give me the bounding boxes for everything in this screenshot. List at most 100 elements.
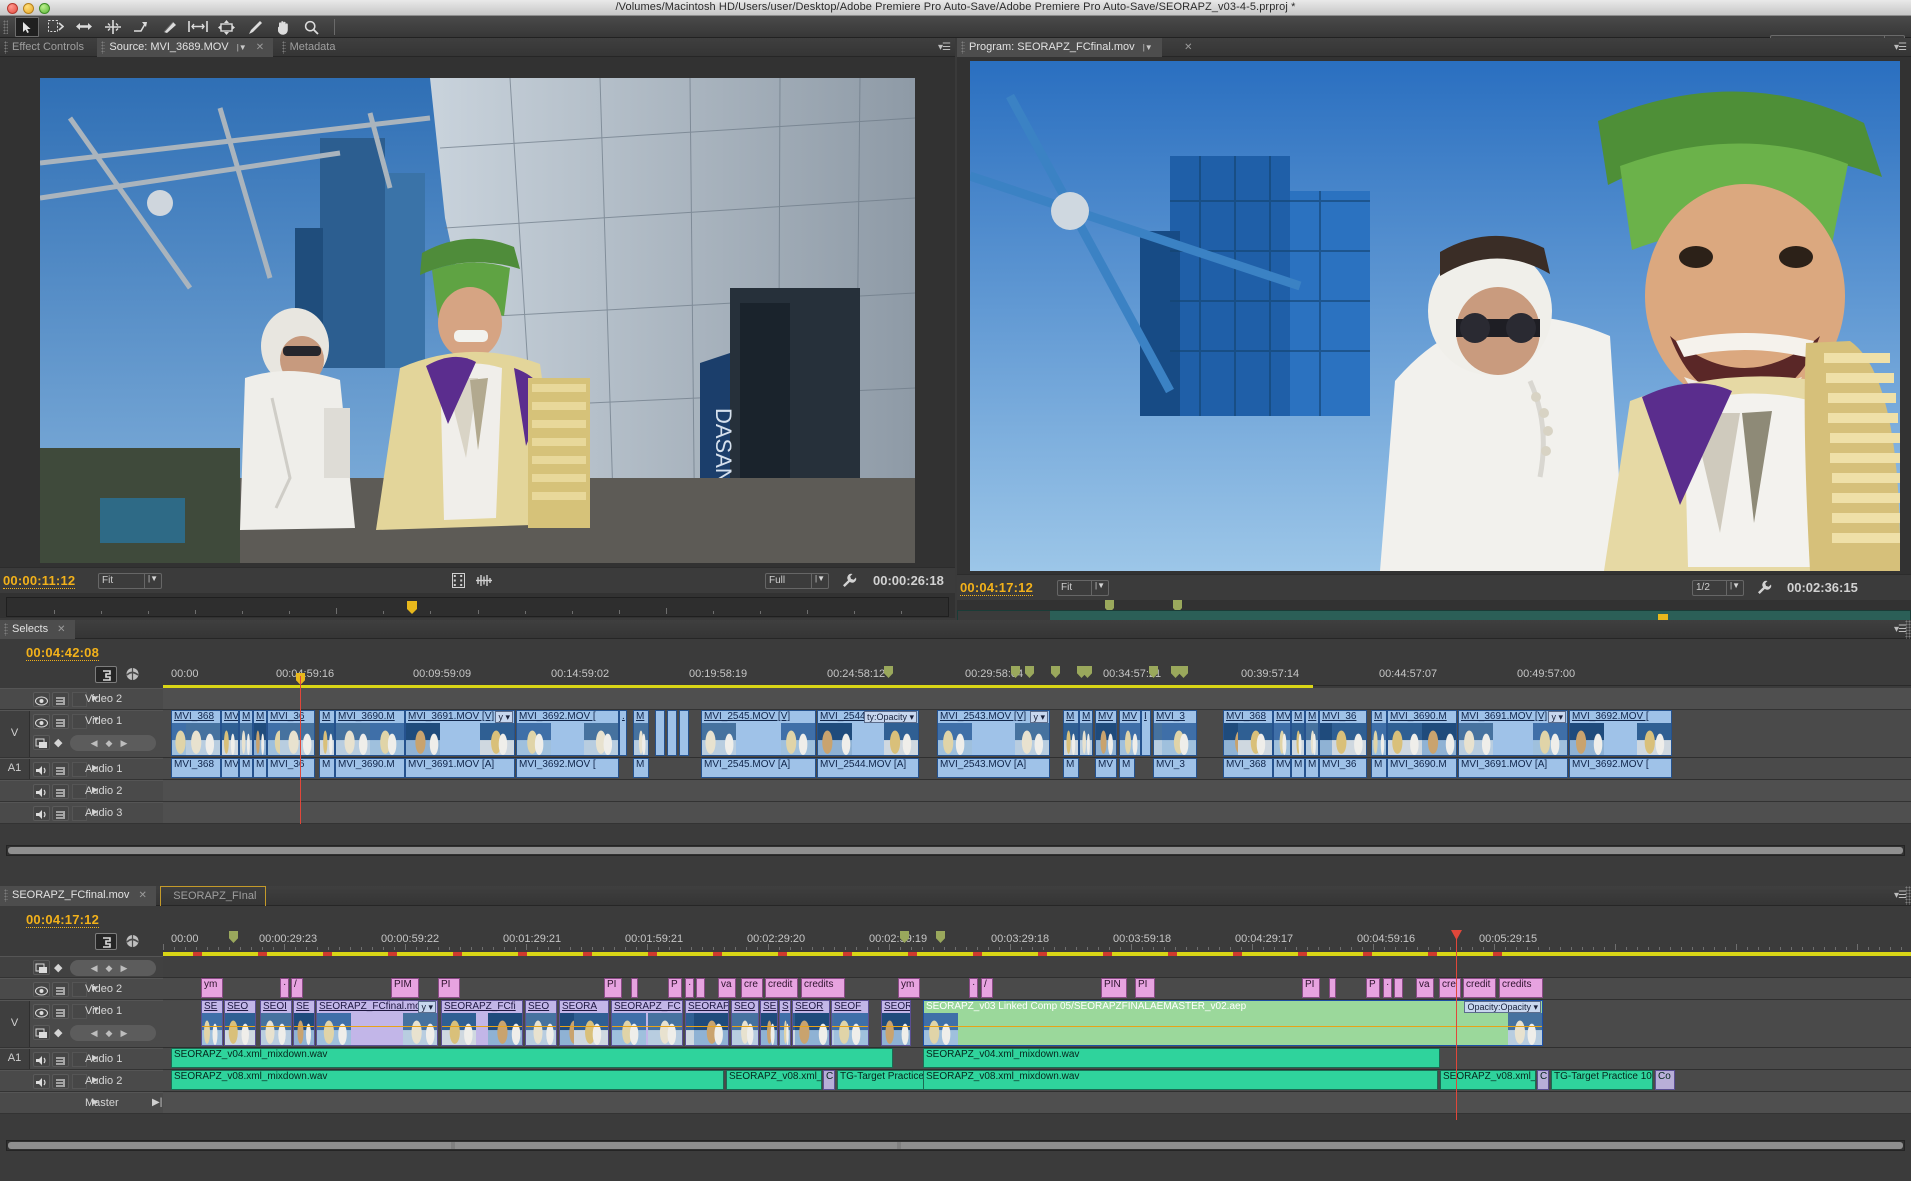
- add-keyframe-icon[interactable]: ◆: [54, 961, 62, 974]
- timeline-clip[interactable]: MV: [1273, 710, 1291, 756]
- timeline-clip[interactable]: M: [319, 710, 335, 756]
- rate-stretch-tool[interactable]: [129, 17, 153, 37]
- timeline-clip[interactable]: PIM: [391, 978, 419, 998]
- timeline-clip[interactable]: MV: [221, 758, 239, 778]
- toggle-sync-lock-icon[interactable]: [52, 982, 69, 997]
- toggle-track-output-icon[interactable]: [33, 714, 50, 729]
- timeline-marker[interactable]: [1179, 666, 1188, 678]
- timeline-clip[interactable]: ·: [280, 978, 289, 998]
- timeline-clip[interactable]: SEOR: [792, 1000, 830, 1046]
- timeline-clip[interactable]: S: [779, 1000, 791, 1046]
- timeline-clip[interactable]: M: [1371, 758, 1387, 778]
- timeline-clip[interactable]: M: [1063, 710, 1079, 756]
- fcfinal-track-header-video2[interactable]: ▶ Video 2: [0, 978, 163, 1000]
- audio-waveform-icon[interactable]: [475, 573, 493, 593]
- fcfinal-audio2-track[interactable]: SEORAPZ_v08.xml_mixdown.wav SEORAPZ_v08.x…: [163, 1070, 1911, 1092]
- timeline-clip[interactable]: MVI_3690.M: [1387, 758, 1457, 778]
- timeline-clip[interactable]: [696, 978, 705, 998]
- tab-close-slot[interactable]: ✕: [1166, 38, 1201, 57]
- ripple-edit-tool[interactable]: [72, 17, 96, 37]
- clip-effect-badge[interactable]: y ▾: [1030, 711, 1048, 723]
- timeline-clip[interactable]: M: [1063, 758, 1079, 778]
- panel-menu-icon[interactable]: ▾☰: [1894, 42, 1906, 53]
- timeline-clip[interactable]: [1329, 978, 1336, 998]
- timeline-clip[interactable]: ·: [1383, 978, 1392, 998]
- timeline-clip[interactable]: M: [633, 710, 649, 756]
- timeline-clip[interactable]: /: [981, 978, 993, 998]
- toggle-sync-lock-icon[interactable]: [52, 806, 69, 821]
- snap-toggle-icon[interactable]: [95, 666, 117, 683]
- timeline-clip[interactable]: MVI_368: [1223, 710, 1273, 756]
- selects-current-timecode[interactable]: 00:04:42:08: [26, 645, 99, 661]
- timeline-marker[interactable]: [1025, 666, 1034, 678]
- timeline-clip[interactable]: ·: [685, 978, 694, 998]
- razor-tool[interactable]: [158, 17, 182, 37]
- timeline-clip[interactable]: MV: [1095, 710, 1117, 756]
- timeline-clip[interactable]: SEORAPZ_v08.xml_mixdown.wav: [171, 1070, 724, 1090]
- timeline-clip[interactable]: SEORAP: [685, 1000, 729, 1046]
- add-keyframe-icon[interactable]: ◆: [54, 1026, 62, 1039]
- timeline-marker[interactable]: [900, 931, 909, 943]
- pen-tool[interactable]: [243, 17, 267, 37]
- timeline-clip[interactable]: MVI_2544.MOV [V]ty:Opacity ▾: [817, 710, 919, 756]
- track-select-tool[interactable]: [44, 17, 68, 37]
- timeline-clip[interactable]: [679, 710, 689, 756]
- mute-track-icon[interactable]: [33, 806, 50, 821]
- timeline-clip[interactable]: SEORAPZ_v08.xml_mixdown.wav: [923, 1070, 1438, 1090]
- source-zoom-level-select[interactable]: Fit |▼: [98, 573, 162, 589]
- tab-selects[interactable]: Selects ✕: [0, 620, 75, 639]
- timeline-marker[interactable]: [936, 931, 945, 943]
- timeline-clip[interactable]: MVI_3: [1153, 758, 1197, 778]
- timeline-clip[interactable]: SEOI: [260, 1000, 292, 1046]
- scrollbar-thumb[interactable]: [8, 847, 1903, 854]
- timeline-clip[interactable]: MVI_36: [267, 710, 315, 756]
- toggle-sync-lock-icon[interactable]: [52, 784, 69, 799]
- timeline-clip[interactable]: va: [1416, 978, 1434, 998]
- timeline-clip[interactable]: MVI_368: [171, 758, 221, 778]
- timeline-clip[interactable]: SEORAPZ_FCfinal.movy ▾: [316, 1000, 438, 1046]
- mute-track-icon[interactable]: [33, 762, 50, 777]
- timeline-clip[interactable]: SEO: [731, 1000, 759, 1046]
- timeline-clip[interactable]: credit: [1463, 978, 1496, 998]
- track-target-column-a1[interactable]: A1: [0, 759, 30, 779]
- timeline-marker[interactable]: [1083, 666, 1092, 678]
- selects-track-header-audio2[interactable]: ▶ Audio 2: [0, 780, 163, 802]
- program-current-timecode[interactable]: 00:04:17:12: [960, 580, 1033, 596]
- tab-source-monitor[interactable]: Source: MVI_3689.MOV |▼ ✕: [97, 38, 273, 57]
- tab-effect-controls[interactable]: Effect Controls: [0, 38, 93, 57]
- tab-program-monitor[interactable]: Program: SEORAPZ_FCfinal.mov |▼: [957, 38, 1162, 57]
- slide-tool[interactable]: [215, 17, 239, 37]
- tab-seorapz-final[interactable]: SEORAPZ_FInal: [160, 886, 266, 906]
- fcfinal-horizontal-scrollbar[interactable]: [6, 1140, 1905, 1151]
- timeline-clip[interactable]: MVI_2545.MOV [V]: [701, 710, 816, 756]
- show-keyframes-icon[interactable]: [33, 960, 50, 975]
- timeline-clip[interactable]: ym: [898, 978, 920, 998]
- tab-metadata[interactable]: Metadata: [278, 38, 345, 57]
- fcfinal-playhead[interactable]: [1456, 930, 1457, 1120]
- timeline-clip[interactable]: SEORAPZ_FCfi: [441, 1000, 523, 1046]
- tab-seorapz-fcfinal[interactable]: SEORAPZ_FCfinal.mov ✕: [0, 886, 156, 906]
- fcfinal-track-header-audio2[interactable]: ▶ Audio 2: [0, 1070, 163, 1092]
- timeline-clip[interactable]: [631, 978, 638, 998]
- selects-track-header-audio1[interactable]: A1 ▶ Audio 1: [0, 758, 163, 780]
- source-current-timecode[interactable]: 00:00:11:12: [3, 573, 75, 589]
- timeline-clip[interactable]: cre: [741, 978, 763, 998]
- selects-horizontal-scrollbar[interactable]: [6, 845, 1905, 856]
- show-keyframes-icon[interactable]: [33, 735, 50, 750]
- timeline-clip[interactable]: MV: [221, 710, 239, 756]
- add-keyframe-icon[interactable]: ◆: [54, 736, 62, 749]
- timeline-clip[interactable]: SEOF: [831, 1000, 869, 1046]
- toggle-sync-lock-icon[interactable]: [52, 692, 69, 707]
- timeline-clip[interactable]: [1394, 978, 1403, 998]
- panel-grip[interactable]: [1905, 886, 1911, 905]
- timeline-clip[interactable]: SEORAPZ_v04.xml_mixdown.wav: [171, 1048, 893, 1068]
- timeline-marker[interactable]: [1149, 666, 1158, 678]
- timeline-clip[interactable]: MVI_3690.M: [1387, 710, 1457, 756]
- timeline-clip[interactable]: SEORAPZ_FC: [611, 1000, 683, 1046]
- timeline-clip[interactable]: TG-Target Practice 10: [1551, 1070, 1653, 1090]
- chevron-down-icon[interactable]: |▼: [1143, 43, 1153, 52]
- timeline-clip[interactable]: P: [668, 978, 682, 998]
- timeline-clip[interactable]: credits: [801, 978, 845, 998]
- selects-video2-track[interactable]: [163, 688, 1911, 710]
- film-strip-icon[interactable]: [452, 573, 465, 593]
